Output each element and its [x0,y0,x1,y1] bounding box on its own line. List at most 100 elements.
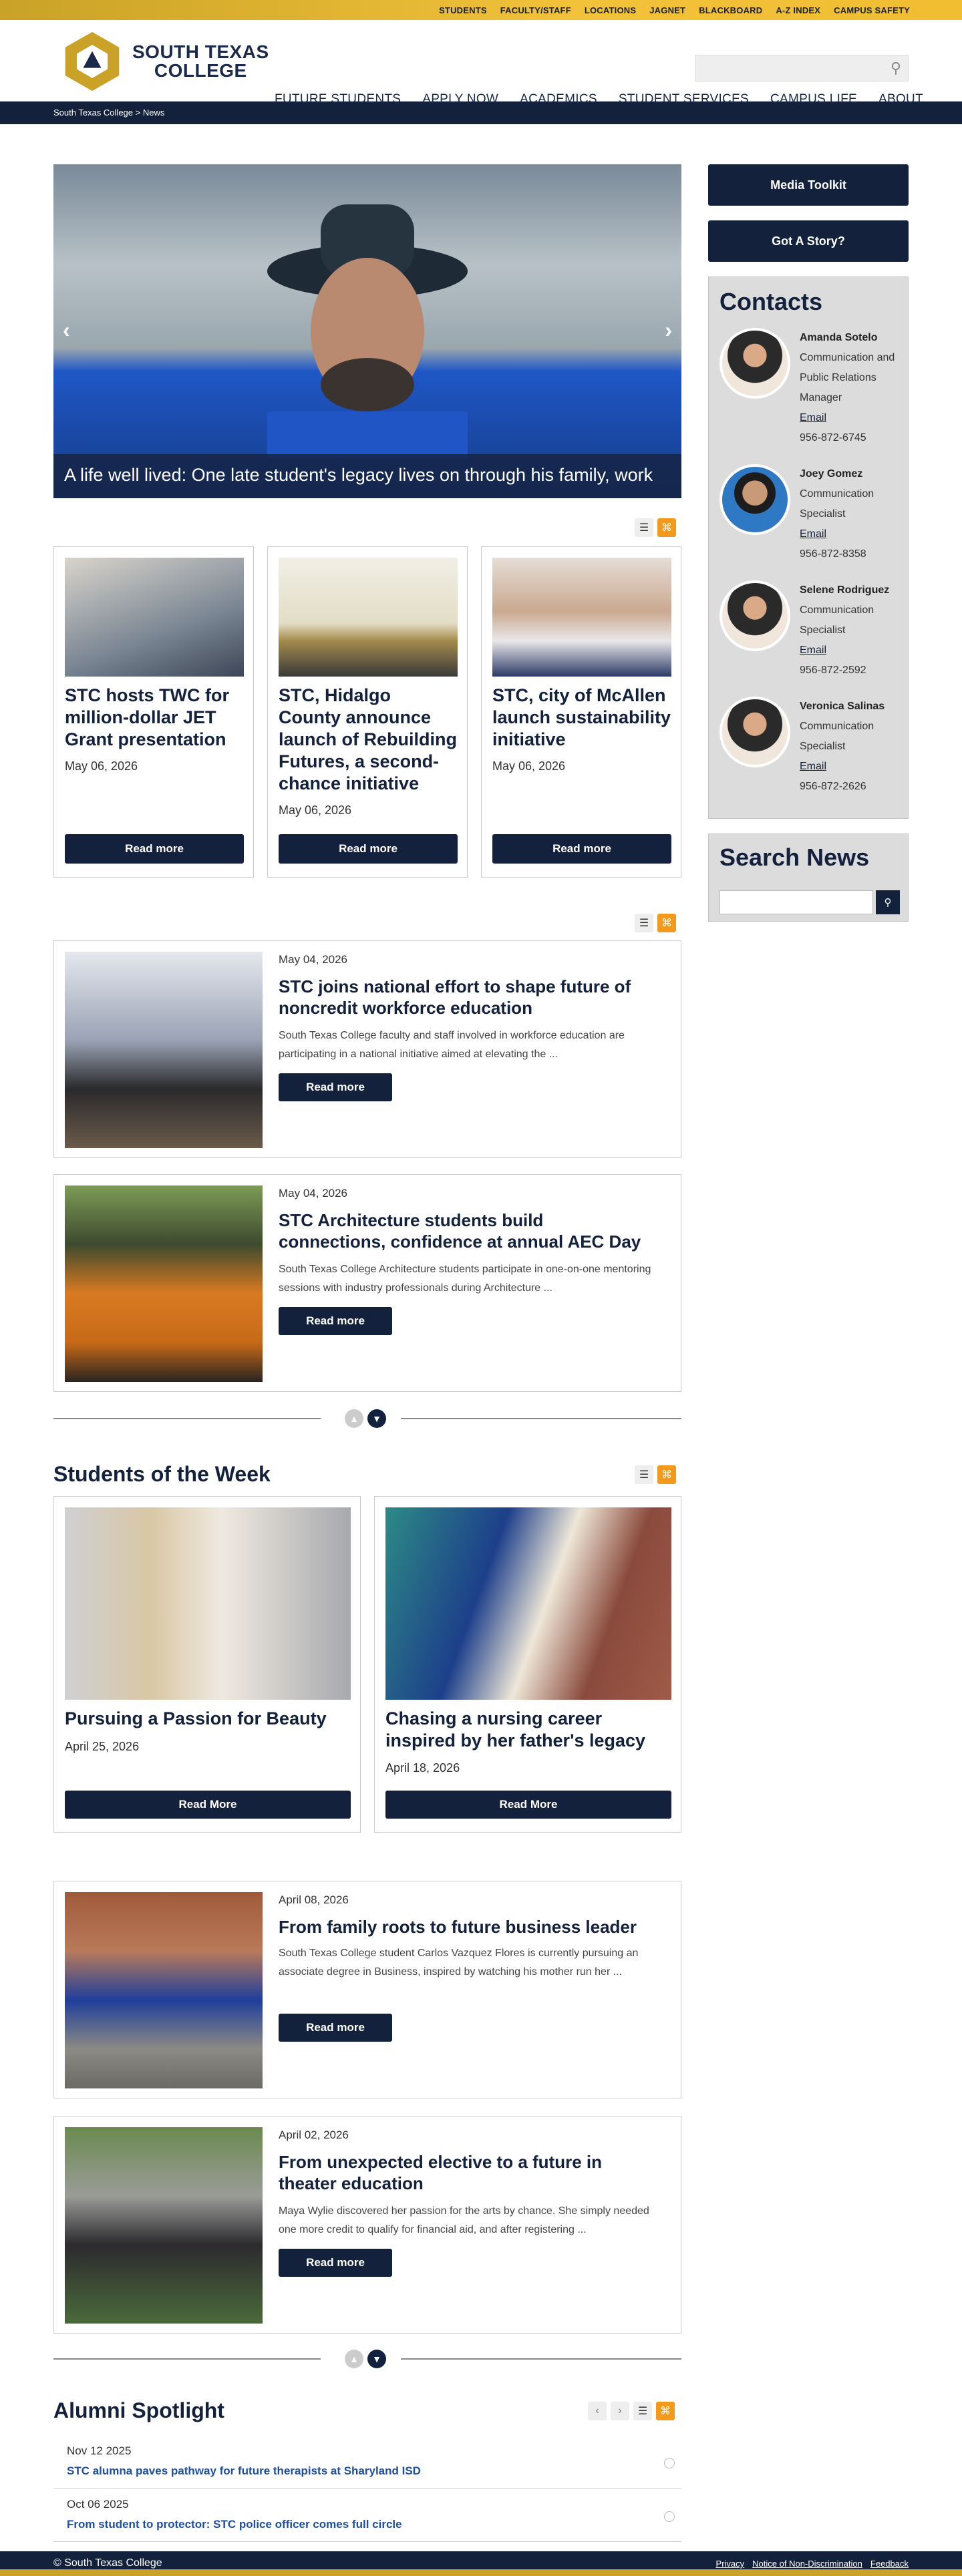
featured-card-image[interactable] [492,558,671,677]
read-more-button[interactable]: Read More [385,1791,671,1819]
prev-icon[interactable]: ‹ [588,2402,607,2420]
news-item-title[interactable]: STC joins national effort to shape futur… [279,976,653,1019]
featured-card-image[interactable] [279,558,458,677]
alumni-view-controls: ‹ › ☰ ⌘ [588,2402,675,2420]
footer-link-feedback[interactable]: Feedback [870,2559,909,2569]
alumni-item-date: Oct 06 2025 [67,2498,129,2511]
student-card-image[interactable] [65,1507,351,1700]
contact-email-link[interactable]: Email [800,645,826,656]
featured-card-title[interactable]: STC, city of McAllen launch sustainabili… [492,685,671,751]
college-logo[interactable]: SOUTH TEXAS COLLEGE [60,29,269,94]
rss-icon[interactable]: ⌘ [657,518,676,537]
featured-card-title[interactable]: STC hosts TWC for million-dollar JET Gra… [65,685,244,751]
footer-link-non-discrimination[interactable]: Notice of Non-Discrimination [752,2559,862,2569]
contact-email-link[interactable]: Email [800,412,826,423]
news-item-title[interactable]: STC Architecture students build connecti… [279,1210,653,1252]
media-toolkit-button[interactable]: Media Toolkit [708,164,909,206]
search-news-input[interactable] [719,890,873,914]
hero-slider[interactable]: ‹ › A life well lived: One late student'… [53,164,681,498]
utility-link-blackboard[interactable]: BLACKBOARD [699,5,762,15]
page-down-icon[interactable]: ▼ [367,2350,386,2368]
next-icon[interactable]: › [611,2402,629,2420]
news-item-image[interactable] [65,1185,263,1382]
rss-icon[interactable]: ⌘ [656,2402,675,2420]
list-view-icon[interactable]: ☰ [635,518,653,537]
search-icon[interactable]: ⚲ [876,890,900,914]
news-pager: ▲ ▼ [345,1409,386,1428]
student-card: Chasing a nursing career inspired by her… [374,1496,681,1833]
utility-link-students[interactable]: STUDENTS [439,5,487,15]
featured-card-image[interactable] [65,558,244,677]
utility-link-campus-safety[interactable]: CAMPUS SAFETY [834,5,910,15]
feature-item-title[interactable]: From unexpected elective to a future in … [279,2151,653,2194]
read-more-button[interactable]: Read more [279,2014,392,2042]
hero-caption[interactable]: A life well lived: One late student's le… [53,454,681,498]
expand-icon[interactable] [664,2511,675,2522]
rss-icon[interactable]: ⌘ [657,1465,676,1484]
contacts-panel: Contacts Amanda Sotelo Communication and… [708,277,909,819]
hero-prev-icon[interactable]: ‹ [63,318,70,343]
read-more-button[interactable]: Read more [279,834,458,864]
feature-item-image[interactable] [65,2127,263,2324]
student-card: Pursuing a Passion for Beauty April 25, … [53,1496,361,1833]
feature-item-title[interactable]: From family roots to future business lea… [279,1916,653,1938]
news-item: May 04, 2026 STC Architecture students b… [53,1174,681,1392]
alumni-item[interactable]: Nov 12 2025 STC alumna paves pathway for… [53,2435,681,2489]
utility-link-jagnet[interactable]: JAGNET [649,5,685,15]
page-down-icon[interactable]: ▼ [367,1409,386,1428]
list-view-icon[interactable]: ☰ [635,1465,653,1484]
page-up-icon[interactable]: ▲ [345,1409,363,1428]
contact-email-link[interactable]: Email [800,761,826,772]
student-card-title[interactable]: Pursuing a Passion for Beauty [65,1708,351,1730]
alumni-item-title[interactable]: From student to protector: STC police of… [67,2518,402,2531]
logo-emblem-icon [65,31,120,91]
student-card-image[interactable] [385,1507,671,1700]
student-card-title[interactable]: Chasing a nursing career inspired by her… [385,1708,671,1752]
expand-icon[interactable] [664,2458,675,2468]
featured-card-date: May 06, 2026 [492,759,566,773]
read-more-button[interactable]: Read more [65,834,244,864]
nav-apply-now[interactable]: APPLY NOW [422,92,498,107]
read-more-button[interactable]: Read more [279,1073,392,1101]
page-up-icon[interactable]: ▲ [345,2350,363,2368]
feature-item: April 08, 2026 From family roots to futu… [53,1881,681,2098]
read-more-button[interactable]: Read more [279,1307,392,1335]
contact-email-link[interactable]: Email [800,528,826,540]
utility-link-locations[interactable]: LOCATIONS [585,5,636,15]
contact-title: Communication Specialist [800,721,874,752]
featured-card: STC hosts TWC for million-dollar JET Gra… [53,546,254,878]
contact-title: Communication Specialist [800,488,874,520]
contact-phone: 956-872-8358 [800,548,866,560]
feature-item-summary: Maya Wylie discovered her passion for th… [279,2205,649,2235]
nav-campus-life[interactable]: CAMPUS LIFE [770,92,857,107]
rss-icon[interactable]: ⌘ [657,914,676,932]
site-search-input[interactable]: ⚲ [695,55,909,81]
footer-stripe [0,2569,962,2576]
read-more-button[interactable]: Read more [279,2249,392,2277]
news-item-image[interactable] [65,952,263,1148]
footer-link-privacy[interactable]: Privacy [716,2559,745,2569]
got-a-story-button[interactable]: Got A Story? [708,220,909,262]
nav-about[interactable]: ABOUT [878,92,923,107]
nav-academics[interactable]: ACADEMICS [520,92,597,107]
student-card-date: April 18, 2026 [385,1761,460,1775]
read-more-button[interactable]: Read More [65,1791,351,1819]
utility-link-az-index[interactable]: A-Z INDEX [776,5,820,15]
alumni-item[interactable]: Oct 06 2025 From student to protector: S… [53,2489,681,2542]
feature-item-image[interactable] [65,1892,263,2088]
nav-future-students[interactable]: FUTURE STUDENTS [275,92,401,107]
featured-card-title[interactable]: STC, Hidalgo County announce launch of R… [279,685,458,795]
utility-link-faculty[interactable]: FACULTY/STAFF [500,5,571,15]
featured-card-date: May 06, 2026 [279,803,352,817]
featured-card: STC, city of McAllen launch sustainabili… [481,546,681,878]
read-more-button[interactable]: Read more [492,834,671,864]
featured-card: STC, Hidalgo County announce launch of R… [267,546,468,878]
alumni-item-title[interactable]: STC alumna paves pathway for future ther… [67,2464,421,2478]
feature-item-date: April 02, 2026 [279,2129,349,2141]
list-view-icon[interactable]: ☰ [635,914,653,932]
nav-student-services[interactable]: STUDENT SERVICES [619,92,749,107]
contact-name: Amanda Sotelo [800,332,878,343]
hero-next-icon[interactable]: › [665,318,672,343]
search-icon[interactable]: ⚲ [891,59,901,77]
list-view-icon[interactable]: ☰ [633,2402,652,2420]
